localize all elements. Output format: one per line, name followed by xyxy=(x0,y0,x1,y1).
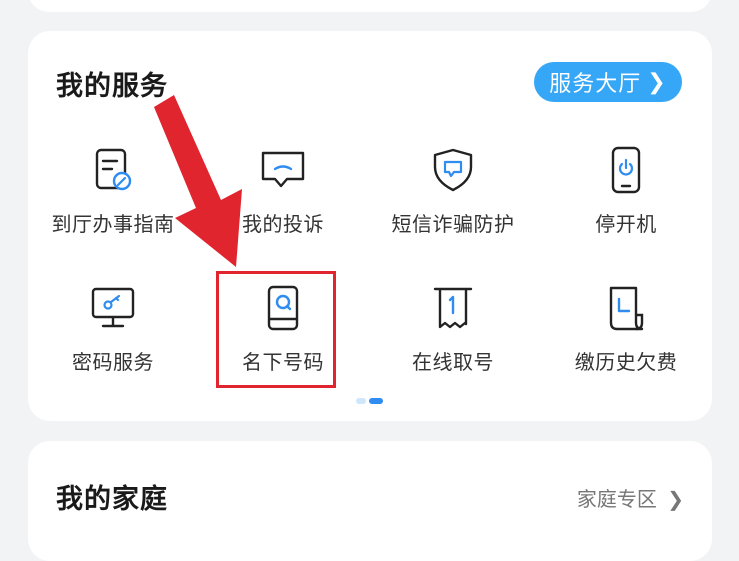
my-family-card: 我的家庭 家庭专区 ❯ xyxy=(28,441,712,561)
section-title-my-services: 我的服务 xyxy=(56,71,168,102)
ticket-number-icon xyxy=(433,287,473,329)
service-hall-button[interactable]: 服务大厅 ❯ xyxy=(534,62,682,102)
service-hall-label: 服务大厅 xyxy=(549,72,642,97)
page-dot-active xyxy=(369,398,383,404)
document-guide-icon xyxy=(95,148,132,191)
service-item-online-queue-number[interactable]: 在线取号 xyxy=(368,283,538,375)
shield-message-icon xyxy=(433,148,473,192)
service-item-label: 我的投诉 xyxy=(242,212,324,236)
service-item-label: 到厅办事指南 xyxy=(51,212,175,236)
service-item-label: 密码服务 xyxy=(72,350,154,374)
service-item-label: 在线取号 xyxy=(412,350,494,374)
family-zone-label: 家庭专区 xyxy=(576,487,657,511)
chevron-right-icon: ❯ xyxy=(667,487,684,511)
bill-icon xyxy=(609,286,644,331)
top-card xyxy=(28,0,712,12)
service-item-suspend-resume[interactable]: 停开机 xyxy=(541,145,711,237)
service-item-label: 缴历史欠费 xyxy=(574,350,678,374)
service-item-label: 短信诈骗防护 xyxy=(391,212,515,236)
service-item-label: 停开机 xyxy=(595,212,657,236)
family-zone-link[interactable]: 家庭专区 ❯ xyxy=(577,483,684,512)
service-item-pay-historical-arrears[interactable]: 缴历史欠费 xyxy=(541,283,711,375)
service-item-office-guide[interactable]: 到厅办事指南 xyxy=(28,145,198,237)
section-title-my-family: 我的家庭 xyxy=(56,484,168,515)
monitor-key-icon xyxy=(91,287,135,328)
phone-power-icon xyxy=(611,146,641,194)
highlight-box xyxy=(216,271,336,388)
chevron-right-icon: ❯ xyxy=(647,69,667,95)
page-dot xyxy=(356,398,366,404)
service-item-password-service[interactable]: 密码服务 xyxy=(28,283,198,375)
chat-bubble-icon xyxy=(261,151,305,188)
service-item-sms-fraud-protection[interactable]: 短信诈骗防护 xyxy=(368,145,538,237)
service-item-my-complaints[interactable]: 我的投诉 xyxy=(198,145,368,237)
my-services-card: 我的服务 服务大厅 ❯ 到厅办事指南 我的投诉 短信诈骗防护 停开机 密码服务 … xyxy=(28,31,712,421)
